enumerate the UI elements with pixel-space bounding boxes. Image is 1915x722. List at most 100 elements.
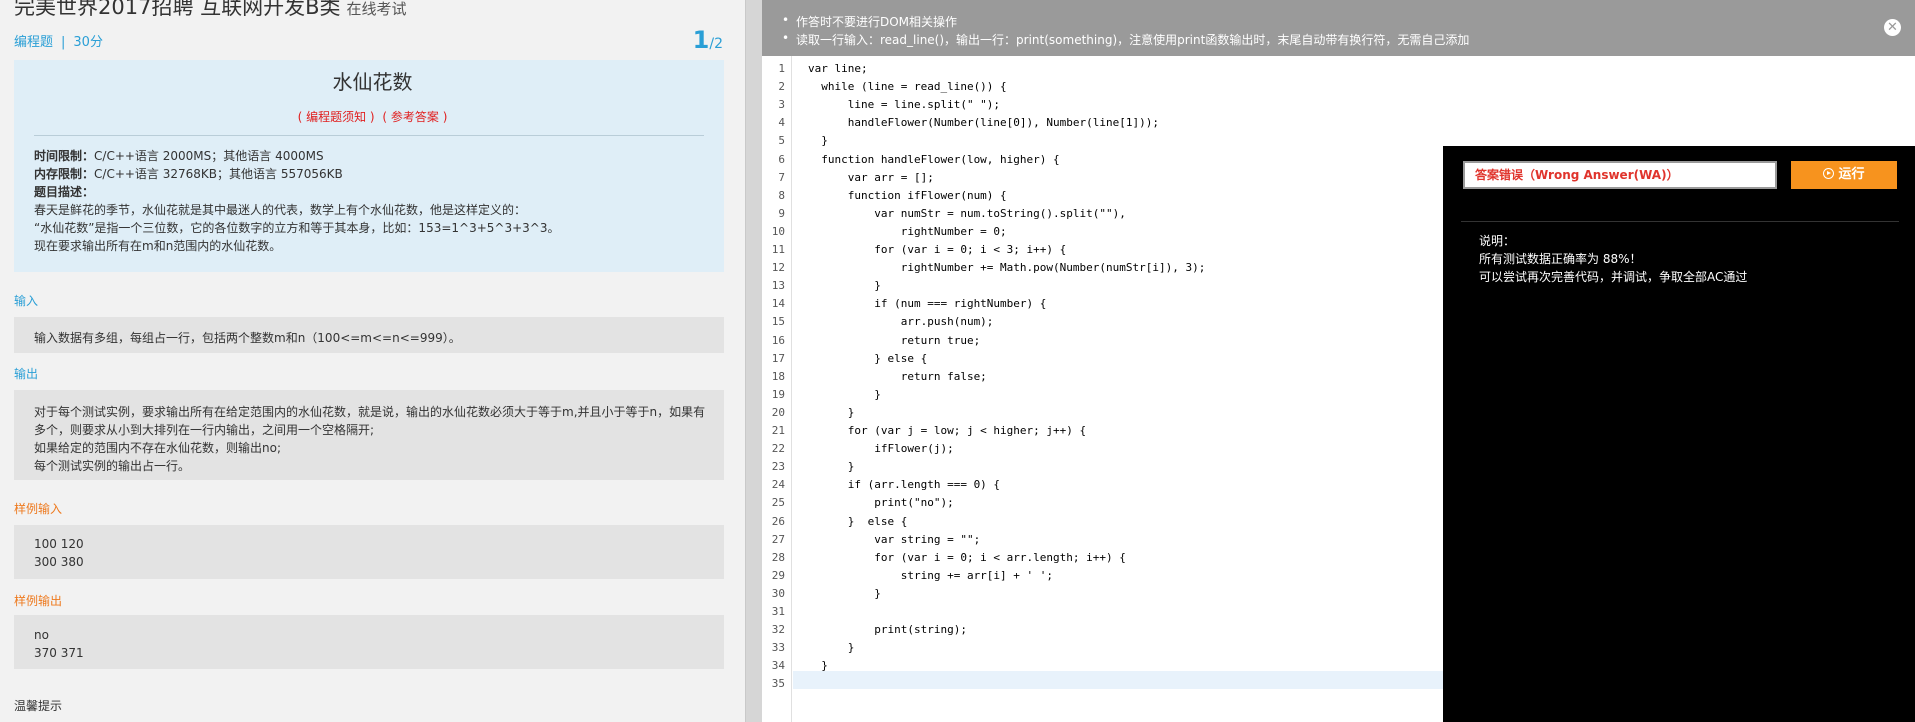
answer-link[interactable]: ( 参考答案 ) [382, 110, 447, 124]
description-divider [34, 135, 704, 136]
guide-link[interactable]: ( 编程题须知 ) [298, 110, 375, 124]
sample-output-box [14, 615, 724, 669]
line-number: 26 [771, 514, 785, 528]
line-number: 31 [771, 605, 785, 618]
output-line: 多个，则要求从小到大排列在一行内输出，之间用一个空格隔开; [34, 423, 375, 437]
console-title: 说明： [1479, 234, 1516, 248]
question-pager: 1/2 [693, 26, 723, 54]
code-line[interactable]: while (line = read_line()) { [808, 80, 1006, 93]
code-line[interactable]: } [808, 659, 828, 672]
line-number: 12 [771, 261, 785, 275]
code-line[interactable]: handleFlower(Number(line[0]), Number(lin… [808, 116, 1159, 129]
result-panel: 答案错误（Wrong Answer(WA)） 运行 说明： 所有测试数据正确率为… [1443, 146, 1915, 722]
code-line[interactable]: } [808, 460, 855, 473]
code-line[interactable]: var string = ""; [808, 533, 980, 546]
code-line[interactable]: var numStr = num.toString().split(""), [808, 207, 1126, 220]
code-line[interactable]: print(string); [808, 623, 967, 636]
line-number: 16 [771, 333, 785, 347]
code-line[interactable]: } else { [808, 352, 927, 365]
code-line[interactable]: } else { [808, 515, 908, 528]
output-line: 每个测试实例的输出占一行。 [34, 459, 191, 473]
page-title: 完美世界2017招聘 互联网开发B类 在线考试 [14, 0, 407, 21]
code-line[interactable]: } [808, 587, 881, 600]
console-output: 说明： 所有测试数据正确率为 88%！ 可以尝试再次完善代码，并调试，争取全部A… [1461, 221, 1899, 722]
memory-limit: 内存限制：C/C++语言 32768KB；其他语言 557056KB [34, 165, 343, 182]
code-line[interactable]: for (var j = low; j < higher; j++) { [808, 424, 1086, 437]
line-number: 35 [771, 677, 785, 691]
sample-input-line: 100 120 [34, 537, 84, 551]
code-line[interactable]: if (arr.length === 0) { [808, 478, 1000, 491]
play-icon [1823, 168, 1835, 179]
code-line[interactable]: return false; [808, 370, 987, 383]
input-label: 输入 [14, 294, 39, 308]
code-line[interactable]: print("no"); [808, 496, 953, 509]
line-number-gutter: 1 2 3 4 5 6 7 8 9 10 11 12 13 14 15 16 17 18 19 20 21 22 23 24 2… [762, 56, 792, 722]
code-line[interactable]: arr.push(num); [808, 315, 994, 328]
run-button[interactable]: 运行 [1791, 161, 1897, 189]
line-number: 18 [771, 369, 785, 383]
code-line[interactable]: string += arr[i] + ' '; [808, 569, 1053, 582]
line-number: 25 [771, 496, 785, 510]
line-number: 32 [771, 623, 785, 637]
line-number: 17 [771, 351, 785, 365]
code-line[interactable]: if (num === rightNumber) { [808, 297, 1046, 310]
code-line[interactable]: var arr = []; [808, 171, 934, 184]
line-number: 6 [778, 152, 785, 166]
line-number: 3 [778, 98, 785, 112]
time-limit: 时间限制：C/C++语言 2000MS；其他语言 4000MS [34, 147, 324, 164]
code-line[interactable]: } [808, 641, 855, 654]
code-line[interactable]: function handleFlower(low, higher) { [808, 153, 1059, 166]
console-line: 可以尝试再次完善代码，并调试，争取全部AC通过 [1479, 270, 1748, 284]
notice-line: 读取一行输入：read_line()，输出一行：print(something)… [782, 31, 1469, 48]
code-line[interactable]: line = line.split(" "); [808, 98, 1000, 111]
sample-output-line: no [34, 628, 49, 642]
tip-label: 温馨提示 [14, 699, 63, 713]
line-number: 4 [778, 116, 785, 130]
sample-input-box [14, 525, 724, 579]
code-line[interactable]: } [808, 279, 881, 292]
line-number: 34 [771, 659, 785, 673]
line-number: 29 [771, 568, 785, 582]
description-line: 春天是鲜花的季节，水仙花就是其中最迷人的代表，数学上有个水仙花数，他是这样定义的… [34, 203, 527, 217]
code-line[interactable]: for (var i = 0; i < arr.length; i++) { [808, 551, 1126, 564]
console-line: 所有测试数据正确率为 88%！ [1479, 252, 1642, 266]
code-line[interactable]: return true; [808, 334, 980, 347]
line-number: 2 [778, 80, 785, 94]
line-number: 33 [771, 641, 785, 655]
question-type: 编程题 [14, 35, 54, 50]
close-icon[interactable]: ✕ [1884, 19, 1901, 36]
output-line: 如果给定的范围内不存在水仙花数，则输出no; [34, 441, 281, 455]
code-line[interactable]: ifFlower(j); [808, 442, 953, 455]
line-number: 11 [771, 243, 785, 256]
notice-bar: 作答时不要进行DOM相关操作 读取一行输入：read_line()，输出一行：p… [762, 0, 1915, 56]
active-line-highlight [793, 671, 1493, 689]
code-line[interactable]: } [808, 406, 855, 419]
code-line[interactable]: rightNumber += Math.pow(Number(numStr[i]… [808, 261, 1206, 274]
sample-output-label: 样例输出 [14, 594, 63, 608]
code-line[interactable]: } [808, 134, 828, 147]
input-text: 输入数据有多组，每组占一行，包括两个整数m和n（100<=m<=n<=999）。 [34, 331, 461, 345]
memory-limit-value: C/C++语言 32768KB；其他语言 557056KB [94, 167, 343, 181]
line-number: 23 [771, 460, 785, 474]
description-label: 题目描述： [34, 185, 95, 199]
code-line[interactable]: var line; [808, 62, 868, 75]
exam-subtitle: 在线考试 [346, 0, 407, 18]
line-number: 9 [778, 206, 785, 220]
line-number: 21 [771, 424, 785, 437]
line-number: 7 [778, 170, 785, 184]
line-number: 22 [771, 442, 785, 456]
code-line[interactable]: rightNumber = 0; [808, 225, 1007, 238]
code-line[interactable]: function ifFlower(num) { [808, 189, 1007, 202]
line-number: 10 [771, 224, 785, 238]
panel-scrollbar[interactable] [745, 0, 762, 722]
output-label: 输出 [14, 367, 39, 381]
question-score: 30分 [73, 35, 103, 50]
code-line[interactable]: } [808, 388, 881, 401]
meta-separator: | [61, 35, 66, 50]
line-number: 13 [771, 279, 785, 293]
line-number: 1 [778, 62, 785, 75]
sample-input-line: 300 380 [34, 555, 84, 569]
line-number: 20 [771, 405, 785, 419]
code-line[interactable]: for (var i = 0; i < 3; i++) { [808, 243, 1066, 256]
line-number: 27 [771, 532, 785, 546]
